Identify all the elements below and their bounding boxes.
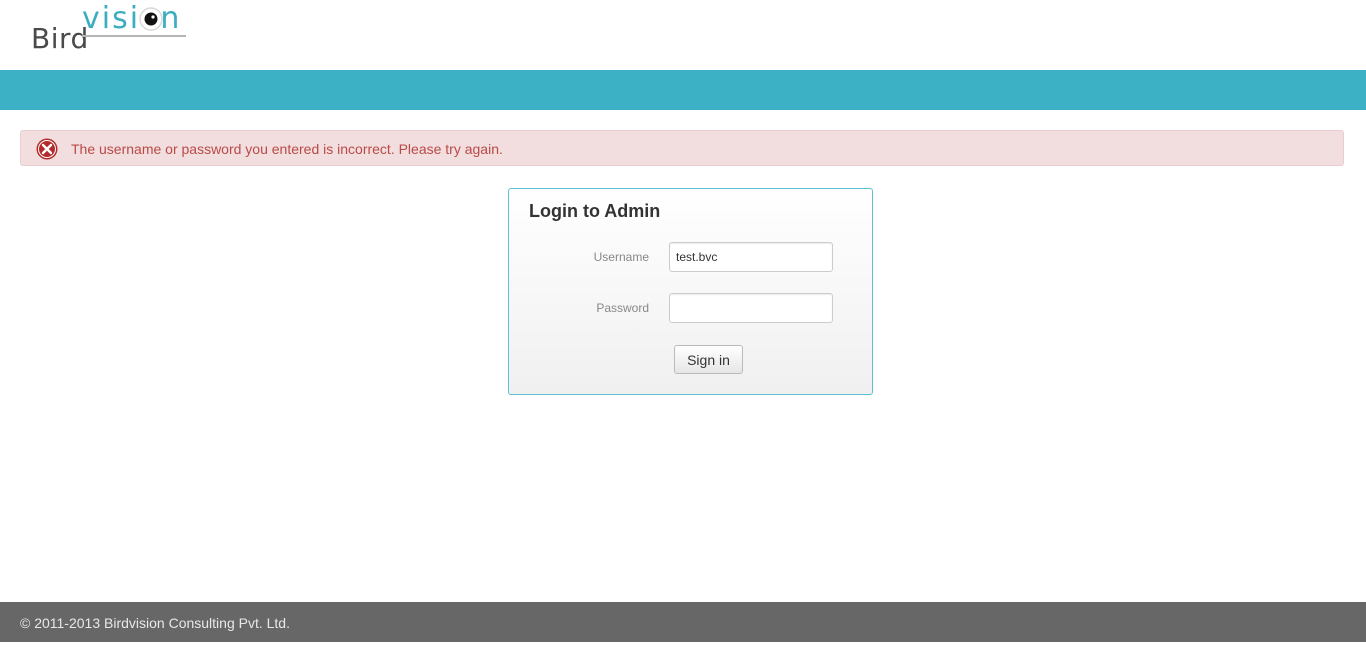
birdvision-logo[interactable]: Bird vision (28, 2, 198, 58)
password-input[interactable] (669, 293, 833, 323)
sign-in-button[interactable]: Sign in (674, 345, 743, 374)
logo-vision-text: vision (82, 1, 182, 36)
footer: © 2011-2013 Birdvision Consulting Pvt. L… (0, 602, 1366, 642)
password-label: Password (596, 301, 649, 315)
logo-bird-text: Bird (31, 22, 89, 55)
top-navbar (0, 70, 1366, 110)
error-circle-x-icon (36, 138, 58, 160)
username-label: Username (593, 250, 649, 264)
logo-underline (82, 35, 186, 37)
eye-icon (139, 7, 163, 31)
login-panel: Login to Admin Username Password Sign in (508, 188, 873, 395)
login-title: Login to Admin (529, 201, 661, 221)
error-message: The username or password you entered is … (71, 141, 503, 157)
footer-copyright: © 2011-2013 Birdvision Consulting Pvt. L… (20, 615, 290, 631)
header: Bird vision (0, 0, 1366, 70)
username-input[interactable] (669, 242, 833, 272)
error-alert: The username or password you entered is … (20, 130, 1344, 166)
